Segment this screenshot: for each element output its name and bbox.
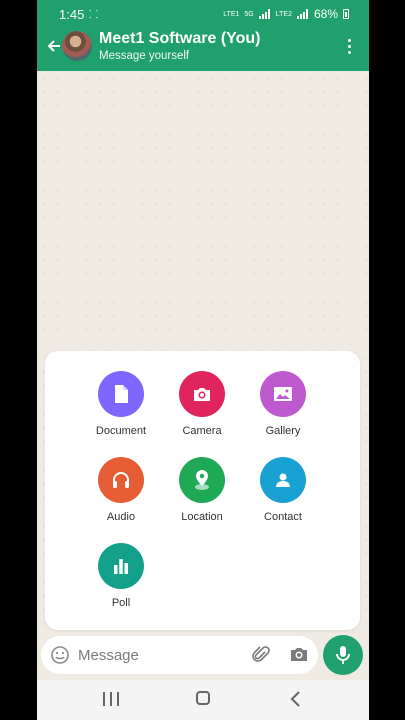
- camera-icon: [179, 371, 225, 417]
- status-right: LTE1 5G LTE2 68%: [223, 7, 349, 21]
- signal1-icon: [258, 9, 271, 19]
- chat-title[interactable]: Meet1 Software (You): [99, 30, 261, 48]
- emoji-icon[interactable]: [50, 645, 70, 665]
- system-nav-bar: [37, 680, 369, 720]
- battery-icon: [343, 9, 349, 19]
- network-speed: 5G: [244, 10, 254, 18]
- attach-gallery-label: Gallery: [265, 425, 301, 437]
- mic-icon: [336, 646, 350, 664]
- status-extra-icon: ⸬: [89, 9, 99, 21]
- home-button[interactable]: [196, 691, 210, 705]
- document-icon: [98, 371, 144, 417]
- chat-subtitle: Message yourself: [99, 50, 190, 62]
- headphones-icon: [98, 457, 144, 503]
- message-composer: Message: [41, 636, 318, 674]
- gallery-icon: [260, 371, 306, 417]
- status-time: 1:45: [59, 7, 85, 22]
- attach-camera-button[interactable]: Camera: [162, 371, 242, 437]
- attach-contact-button[interactable]: Contact: [243, 457, 323, 523]
- attach-poll-button[interactable]: Poll: [81, 543, 161, 609]
- chat-header: Meet1 Software (You) Message yourself: [37, 28, 369, 71]
- attach-poll-label: Poll: [111, 597, 131, 609]
- avatar[interactable]: [62, 31, 92, 61]
- nav-back-icon[interactable]: [289, 690, 303, 708]
- attach-document-button[interactable]: Document: [81, 371, 161, 437]
- phone-screen: 1:45 ⸬ LTE1 5G LTE2 68% Meet1 Software (…: [37, 0, 369, 720]
- more-options-icon[interactable]: [339, 36, 359, 56]
- attach-audio-button[interactable]: Audio: [81, 457, 161, 523]
- contact-icon: [260, 457, 306, 503]
- volte1-icon: LTE1: [223, 10, 240, 18]
- volte2-icon: LTE2: [275, 10, 292, 18]
- mic-button[interactable]: [323, 635, 363, 675]
- attachment-sheet: Document Camera Gallery Audio Location C…: [45, 351, 360, 630]
- attach-audio-label: Audio: [106, 511, 136, 523]
- status-bar: 1:45 ⸬ LTE1 5G LTE2 68%: [37, 0, 369, 28]
- location-icon: [179, 457, 225, 503]
- poll-icon: [98, 543, 144, 589]
- signal2-icon: [296, 9, 309, 19]
- message-input[interactable]: Message: [78, 647, 139, 664]
- paperclip-icon[interactable]: [251, 645, 271, 665]
- attach-location-label: Location: [181, 511, 223, 523]
- app-header: 1:45 ⸬ LTE1 5G LTE2 68% Meet1 Software (…: [37, 0, 369, 71]
- attach-location-button[interactable]: Location: [162, 457, 242, 523]
- attach-gallery-button[interactable]: Gallery: [243, 371, 323, 437]
- attach-camera-label: Camera: [182, 425, 222, 437]
- camera-icon[interactable]: [289, 645, 309, 665]
- attach-contact-label: Contact: [264, 511, 302, 523]
- battery-percent: 68%: [313, 7, 338, 21]
- recents-button[interactable]: [103, 692, 119, 706]
- attach-document-label: Document: [95, 425, 147, 437]
